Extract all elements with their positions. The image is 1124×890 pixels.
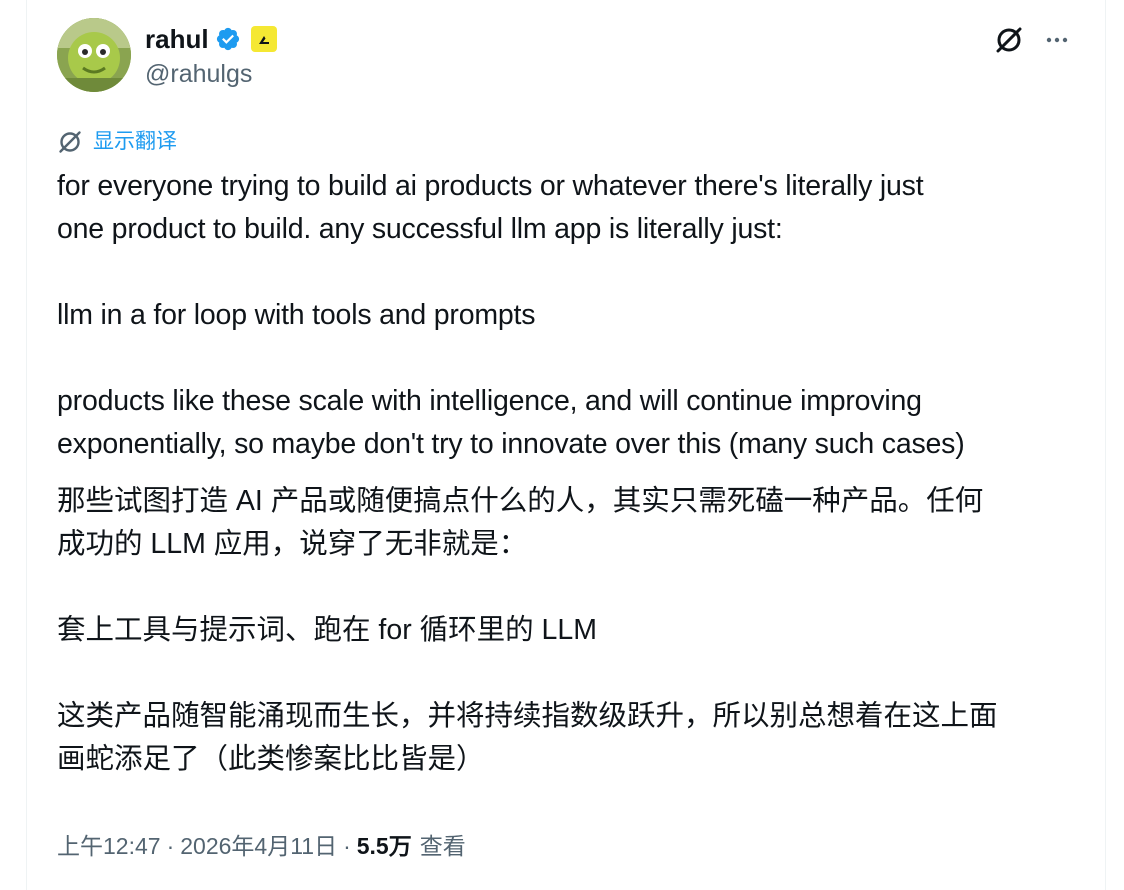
views-label[interactable]: 查看 bbox=[420, 828, 466, 864]
verified-badge-icon[interactable] bbox=[215, 26, 241, 52]
more-options-button[interactable] bbox=[1039, 22, 1075, 58]
tweet-line-zh: 套上工具与提示词、跑在 for 循环里的 LLM bbox=[57, 614, 597, 646]
tweet-line: one product to build. any successful llm… bbox=[57, 213, 783, 245]
affiliate-badge[interactable] bbox=[250, 26, 277, 52]
more-icon bbox=[1046, 37, 1068, 43]
tweet-line-zh: 那些试图打造 AI 产品或随便搞点什么的人，其实只需死磕一种产品。任何 bbox=[57, 485, 984, 517]
tweet-line: for everyone trying to build ai products… bbox=[57, 170, 924, 202]
views-count[interactable]: 5.5万 bbox=[357, 828, 412, 864]
tweet-line-zh: 画蛇添足了（此类惨案比比皆是） bbox=[57, 743, 485, 775]
tweet-line-zh: 成功的 LLM 应用，说穿了无非就是： bbox=[57, 528, 528, 560]
grok-icon bbox=[996, 27, 1022, 53]
affiliate-logo-icon bbox=[258, 36, 269, 44]
avatar-image bbox=[57, 18, 131, 92]
tweet-card: rahul @rahulgs 显示翻译 for everyone trying … bbox=[26, 0, 1106, 890]
tweet-line: llm in a for loop with tools and prompts bbox=[57, 299, 536, 331]
tweet-date[interactable]: 2026年4月11日 bbox=[180, 828, 337, 864]
handle[interactable]: @rahulgs bbox=[145, 58, 277, 90]
author-info: rahul @rahulgs bbox=[145, 20, 277, 90]
top-actions bbox=[991, 22, 1075, 58]
show-translation-label[interactable]: 显示翻译 bbox=[93, 128, 177, 156]
tweet-text-translation: 那些试图打造 AI 产品或随便搞点什么的人，其实只需死磕一种产品。任何 成功的 … bbox=[57, 480, 1087, 781]
tweet-meta: 上午12:47 · 2026年4月11日 · 5.5万 查看 bbox=[57, 828, 466, 864]
avatar[interactable] bbox=[57, 18, 131, 92]
tweet-text-original: for everyone trying to build ai products… bbox=[57, 165, 1087, 466]
tweet-header: rahul @rahulgs bbox=[57, 18, 277, 92]
meta-separator: · bbox=[166, 833, 175, 859]
show-translation-link[interactable]: 显示翻译 bbox=[57, 128, 177, 156]
tweet-line: exponentially, so maybe don't try to inn… bbox=[57, 428, 965, 460]
tweet-line-zh: 这类产品随智能涌现而生长，并将持续指数级跃升，所以别总想着在这上面 bbox=[57, 700, 998, 732]
tweet-line: products like these scale with intellige… bbox=[57, 385, 922, 417]
display-name[interactable]: rahul bbox=[145, 20, 209, 58]
meta-separator: · bbox=[343, 833, 351, 859]
tweet-time[interactable]: 上午12:47 bbox=[57, 828, 161, 864]
translate-grok-icon bbox=[59, 131, 81, 153]
grok-button[interactable] bbox=[991, 22, 1027, 58]
name-row: rahul bbox=[145, 20, 277, 58]
